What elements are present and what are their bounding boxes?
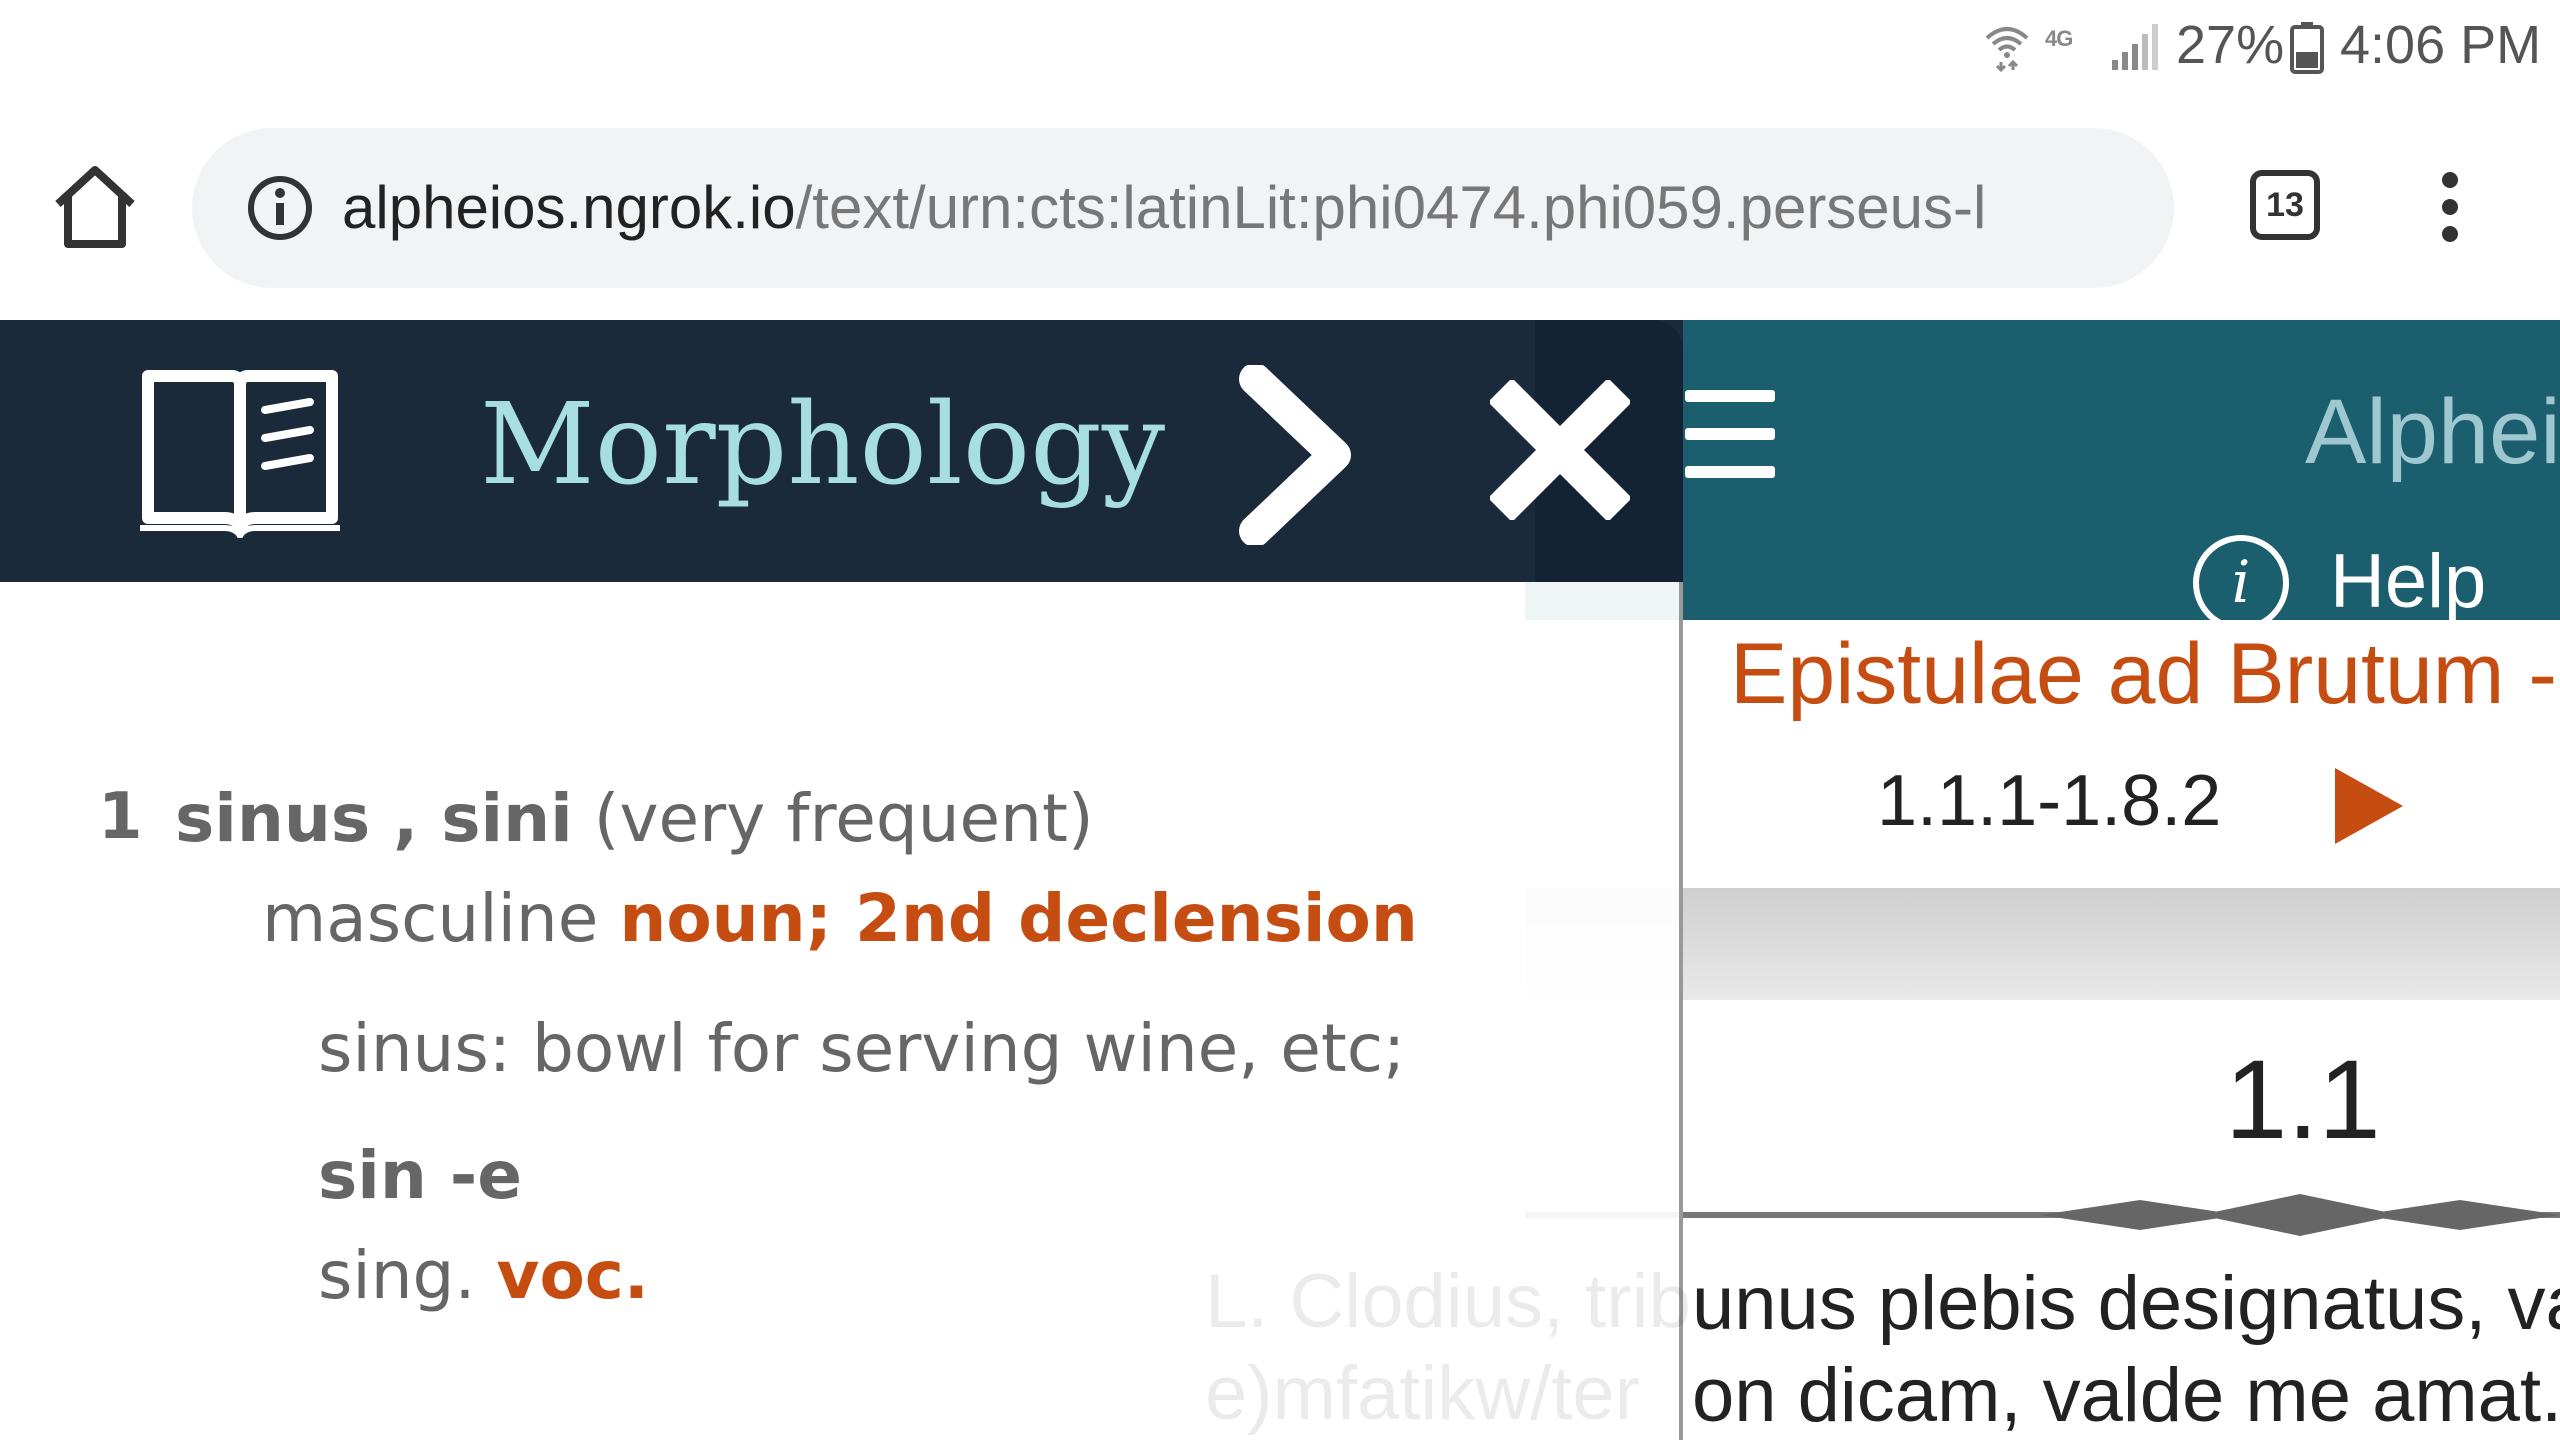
divider-ornament [2040, 1194, 2560, 1236]
frequency-label: (very frequent) [593, 780, 1094, 857]
section-number: 1.1 [2225, 1037, 2381, 1162]
text-line-2[interactable]: on dicam, valde me amat. [1692, 1352, 2560, 1439]
address-bar[interactable]: alpheios.ngrok.io/text/urn:cts:latinLit:… [192, 128, 2174, 288]
battery-percent: 27% [2176, 15, 2285, 75]
app-title: Alphei [2305, 381, 2560, 483]
hamburger-menu-icon[interactable] [1685, 390, 1775, 480]
close-icon[interactable] [1490, 380, 1630, 520]
faded-text-line-1: L. Clodius, trib [1205, 1259, 1691, 1344]
popup-title: Morphology [480, 380, 1166, 510]
number-label: sing. [318, 1237, 476, 1314]
passage-range[interactable]: 1.1.1-1.8.2 [1877, 760, 2221, 842]
help-icon[interactable]: i [2193, 535, 2289, 631]
popup-header: Morphology [0, 320, 1683, 582]
wifi-icon [1985, 27, 2029, 72]
battery-icon [2290, 22, 2324, 74]
network-type-label: 4G [2045, 26, 2073, 51]
chevron-right-icon[interactable] [1235, 365, 1365, 545]
document-title: Epistulae ad Brutum - [1730, 626, 2557, 722]
book-icon [140, 370, 340, 538]
status-bar: 4G 27% 4:06 PM [0, 0, 2560, 100]
headword[interactable]: sinus , sini [175, 780, 573, 857]
pos-label: noun; 2nd declension [619, 880, 1418, 957]
tab-switcher-button[interactable]: 13 [2250, 170, 2320, 240]
url-text[interactable]: alpheios.ngrok.io/text/urn:cts:latinLit:… [342, 173, 1986, 242]
inflection-case-line: sing. voc. [318, 1237, 649, 1314]
faded-text-line-2: e)mfatikw/ter [1205, 1351, 1640, 1436]
part-of-speech-line: masculine noun; 2nd declension [262, 880, 1418, 957]
help-link[interactable]: Help [2330, 538, 2486, 625]
text-line-1[interactable]: unus plebis designatus, va [1692, 1260, 2560, 1347]
play-icon[interactable] [2335, 768, 2403, 844]
overflow-menu-icon[interactable] [2420, 170, 2480, 244]
lexeme-headword-line: sinus , sini (very frequent) [175, 780, 1094, 857]
definition: sinus: bowl for serving wine, etc; [318, 1010, 1406, 1087]
gender-label: masculine [262, 880, 599, 957]
clock: 4:06 PM [2340, 15, 2542, 75]
home-icon[interactable] [50, 162, 140, 252]
browser-toolbar: alpheios.ngrok.io/text/urn:cts:latinLit:… [0, 100, 2560, 320]
inflection-stem: sin -e [318, 1137, 523, 1214]
signal-icon [2112, 24, 2158, 70]
url-host: alpheios.ngrok.io [342, 174, 796, 241]
case-label: voc. [496, 1237, 649, 1314]
info-icon[interactable] [246, 174, 314, 242]
lexeme-number: 1 [98, 780, 143, 854]
url-path: /text/urn:cts:latinLit:phi0474.phi059.pe… [795, 174, 1987, 241]
